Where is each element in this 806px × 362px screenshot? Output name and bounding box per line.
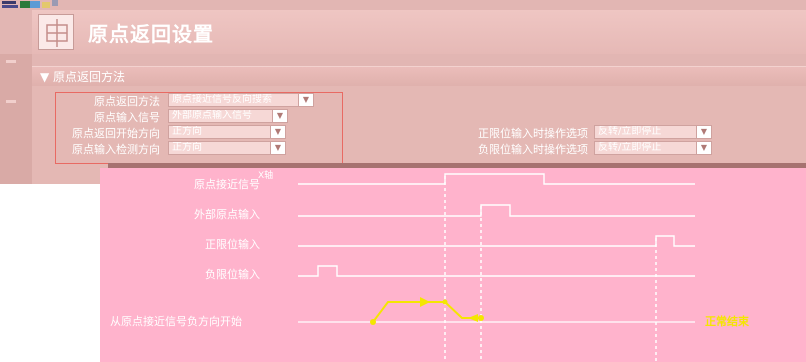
motion-start-dot [370, 319, 376, 325]
motion-arrow-left [468, 314, 478, 322]
timing-diagram [298, 173, 695, 362]
external-origin-trace [298, 204, 695, 217]
negative-limit-trace [298, 265, 695, 277]
motion-corner-dot [442, 299, 448, 305]
motion-end-dot [478, 315, 484, 321]
motion-arrow-right [420, 297, 430, 307]
proximity-trace [298, 173, 695, 185]
positive-limit-trace [298, 235, 695, 247]
motion-path [372, 301, 481, 323]
